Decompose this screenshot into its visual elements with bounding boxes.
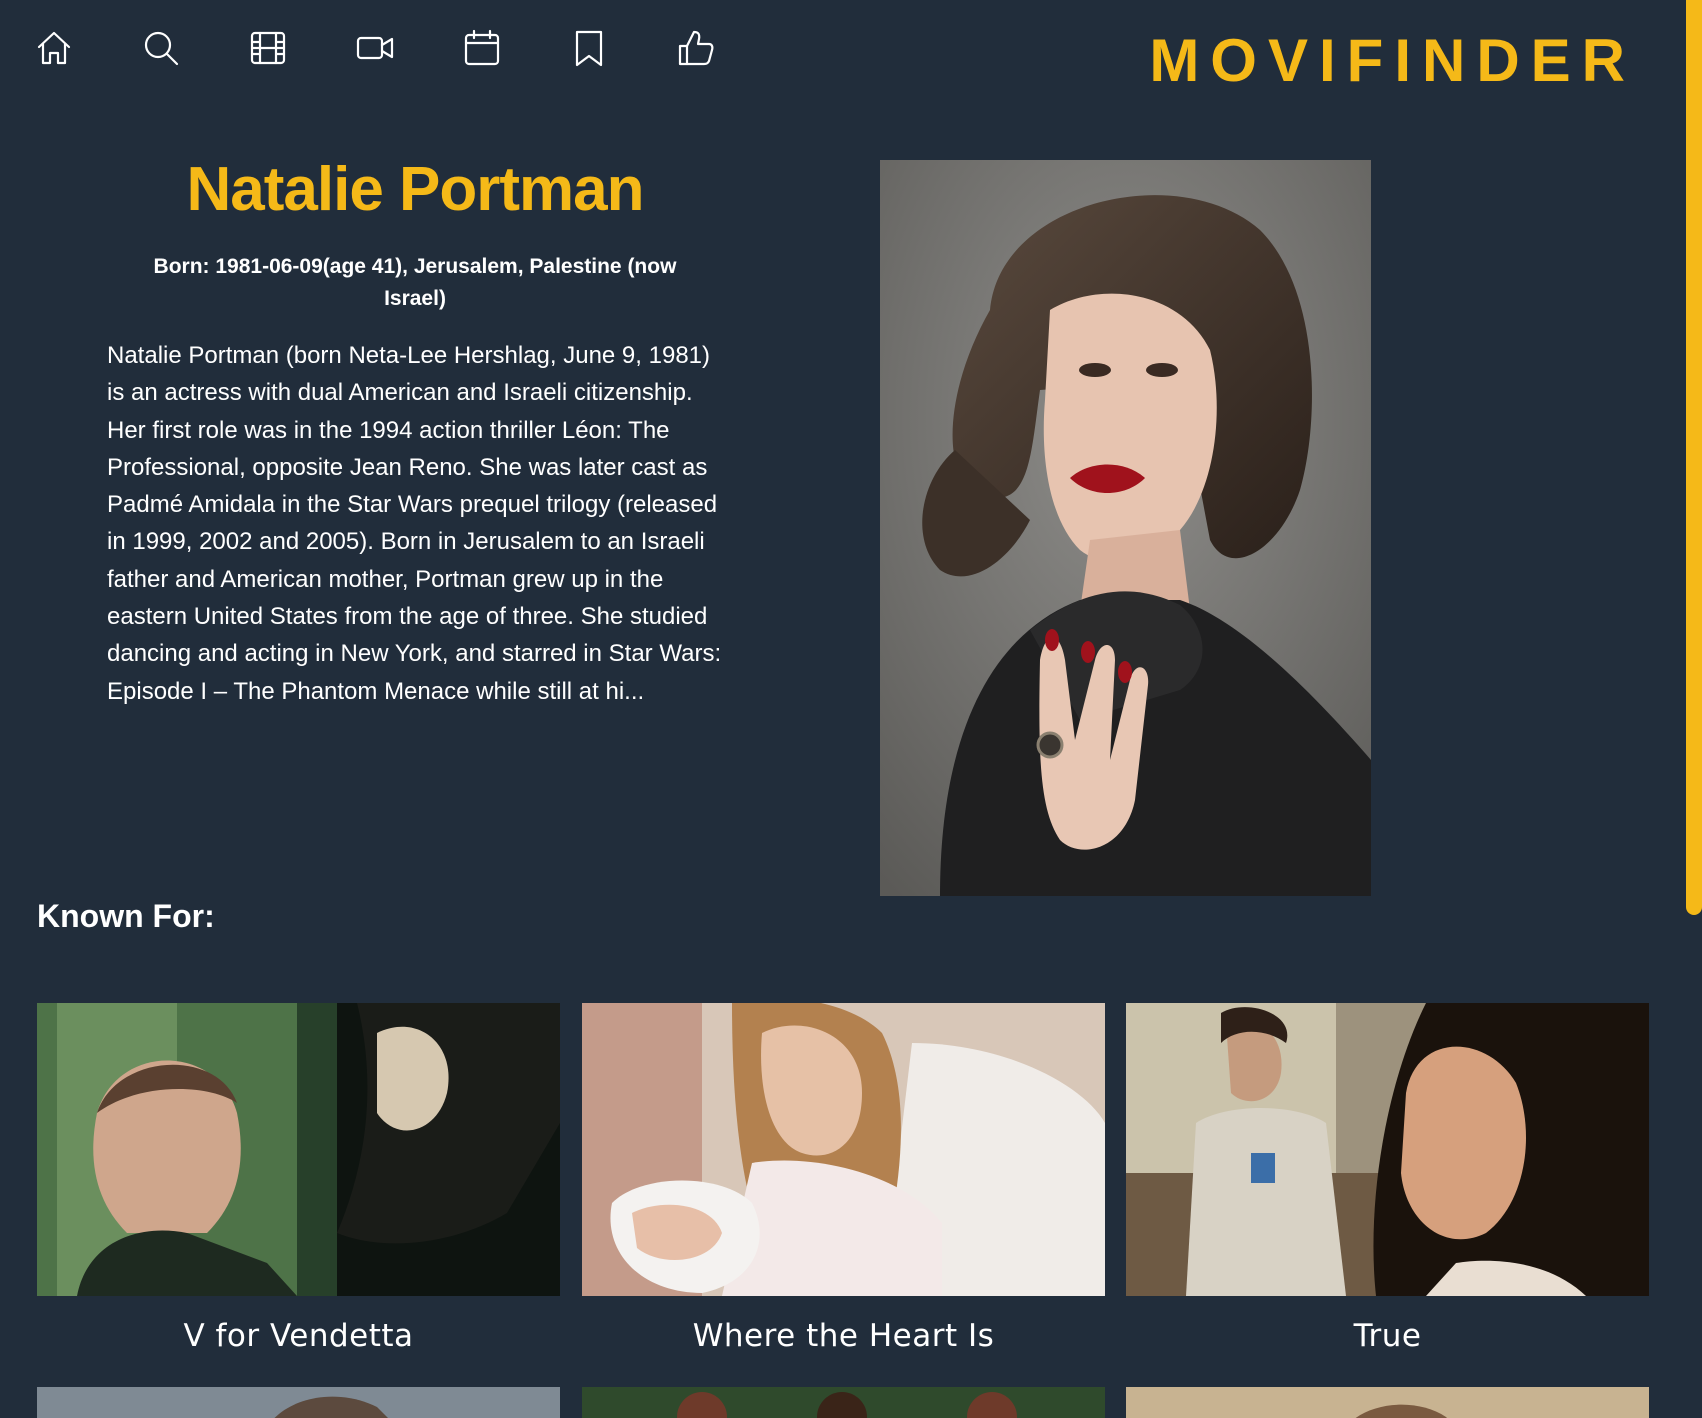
movie-poster[interactable] [582, 1003, 1105, 1296]
movie-card[interactable] [37, 1387, 560, 1418]
movie-poster[interactable] [37, 1387, 560, 1418]
bio-section: Natalie Portman Born: 1981-06-09(age 41)… [90, 154, 740, 710]
movie-title[interactable]: V for Vendetta [37, 1318, 560, 1354]
person-biography: Natalie Portman (born Neta-Lee Hershlag,… [107, 342, 722, 705]
video-icon[interactable] [355, 26, 462, 70]
page: MOVIFINDER Natalie Portman Born: 1981-06… [0, 0, 1702, 1418]
movie-poster[interactable] [1126, 1003, 1649, 1296]
movie-card[interactable] [1126, 1387, 1649, 1418]
film-icon[interactable] [248, 26, 355, 70]
person-name: Natalie Portman [186, 155, 644, 224]
bookmark-icon[interactable] [569, 26, 676, 70]
thumbs-up-icon[interactable] [676, 26, 783, 70]
movie-card[interactable]: Where the Heart Is [582, 1003, 1105, 1354]
movie-poster[interactable] [37, 1003, 560, 1296]
brand-logo[interactable]: MOVIFINDER [1149, 26, 1636, 95]
home-icon[interactable] [34, 26, 141, 70]
search-icon[interactable] [141, 26, 248, 70]
scrollbar[interactable] [1686, 0, 1702, 915]
movie-poster[interactable] [582, 1387, 1105, 1418]
movie-card[interactable] [582, 1387, 1105, 1418]
top-nav [34, 26, 783, 70]
movie-title[interactable]: True [1126, 1318, 1649, 1354]
person-portrait [880, 160, 1371, 896]
movie-poster[interactable] [1126, 1387, 1649, 1418]
calendar-icon[interactable] [462, 26, 569, 70]
movie-card[interactable]: True [1126, 1003, 1649, 1354]
person-born: Born: 1981-06-09(age 41), Jerusalem, Pal… [153, 255, 677, 310]
movie-title[interactable]: Where the Heart Is [582, 1318, 1105, 1354]
movie-card[interactable]: V for Vendetta [37, 1003, 560, 1354]
known-for-heading: Known For: [37, 898, 215, 934]
